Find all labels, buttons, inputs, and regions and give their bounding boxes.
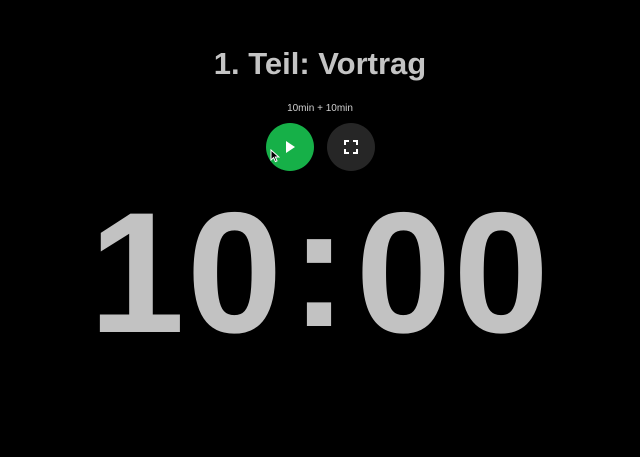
timer-seconds: 00 bbox=[355, 177, 551, 369]
fullscreen-button[interactable] bbox=[326, 123, 375, 171]
timer-controls bbox=[0, 123, 640, 171]
timer-separator: : bbox=[290, 171, 350, 363]
timer-page: 1. Teil: Vortrag 10min + 10min 10:00 bbox=[0, 0, 640, 457]
duration-subtitle: 10min + 10min bbox=[287, 103, 353, 114]
mouse-cursor-icon bbox=[270, 149, 280, 163]
play-button[interactable] bbox=[265, 123, 314, 171]
fullscreen-icon bbox=[343, 140, 358, 154]
countdown-display: 10:00 bbox=[0, 177, 640, 369]
play-icon bbox=[285, 141, 295, 153]
page-title: 1. Teil: Vortrag bbox=[213, 46, 427, 81]
timer-minutes: 10 bbox=[89, 177, 285, 369]
